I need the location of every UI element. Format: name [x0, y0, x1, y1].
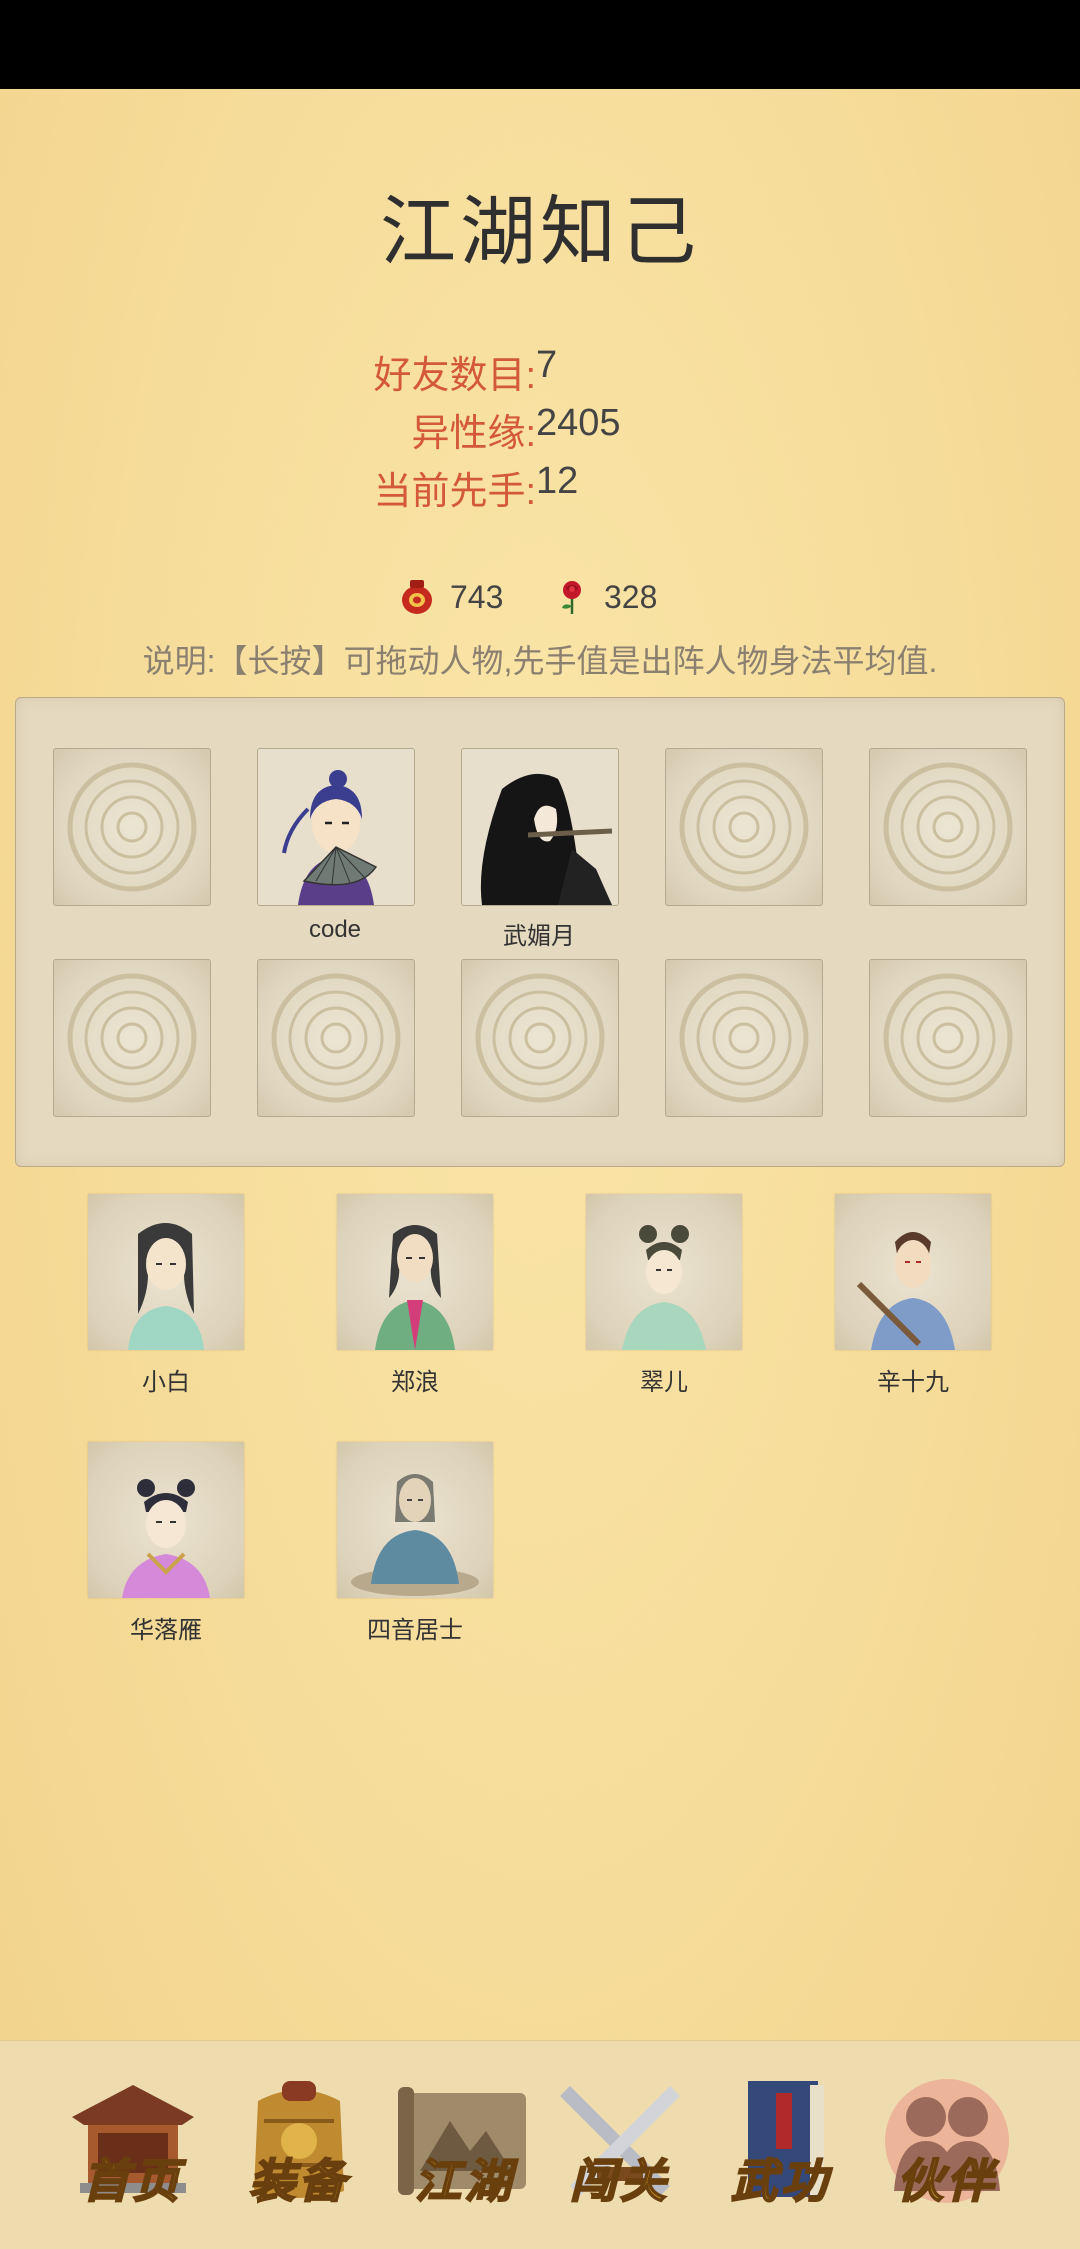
- flute-woman-portrait: [462, 749, 618, 905]
- zhenglang-portrait: [375, 1225, 455, 1350]
- nav-equipment[interactable]: 装备: [224, 2071, 374, 2211]
- page-title: 江湖知己: [380, 190, 700, 275]
- character-card-xinshijiu[interactable]: [835, 1194, 991, 1350]
- nav-companions[interactable]: 伙伴: [872, 2071, 1022, 2211]
- empty-slot-emblem-icon: [67, 762, 197, 892]
- character-card-cuier[interactable]: [586, 1194, 742, 1350]
- formation-panel: code 武媚月: [15, 697, 1065, 1167]
- character-card-xiaobai[interactable]: [88, 1194, 244, 1350]
- character-name: 华落雁: [130, 1617, 202, 1644]
- bottom-nav: 首页 装备 江湖 闯关 武功 伙伴: [0, 2040, 1080, 2249]
- formation-name: 武媚月: [503, 923, 575, 950]
- initiative-value: 12: [536, 460, 579, 502]
- formation-slot-empty[interactable]: [869, 748, 1027, 906]
- formation-slot-empty[interactable]: [461, 959, 619, 1117]
- charm-value: 2405: [536, 402, 621, 444]
- xiaobai-portrait: [128, 1223, 204, 1350]
- jar-currency: 743: [400, 578, 503, 616]
- character-card-hualuoyan[interactable]: [88, 1442, 244, 1598]
- nav-challenge-label: 闯关: [569, 2153, 670, 2209]
- xinshijiu-portrait: [856, 1232, 955, 1350]
- formation-slot-empty[interactable]: [53, 748, 211, 906]
- friend-count-row: 好友数目: 7: [160, 344, 557, 404]
- siyinjushi-portrait: [351, 1474, 479, 1596]
- character-card-siyinjushi[interactable]: [337, 1442, 493, 1598]
- character-name: 小白: [142, 1369, 190, 1396]
- nav-jianghu-label: 江湖: [414, 2153, 515, 2209]
- fan-swordsman-portrait: [258, 749, 414, 905]
- jar-count: 743: [450, 578, 504, 615]
- formation-slot-empty[interactable]: [869, 959, 1027, 1117]
- formation-slot-empty[interactable]: [53, 959, 211, 1117]
- red-jar-icon: [402, 580, 432, 614]
- nav-companions-label: 伙伴: [896, 2153, 997, 2209]
- initiative-row: 当前先手: 12: [160, 460, 578, 520]
- instruction-text: 说明:【长按】可拖动人物,先手值是出阵人物身法平均值.: [142, 643, 938, 679]
- initiative-label: 当前先手:: [373, 471, 536, 513]
- character-name: 翠儿: [640, 1369, 688, 1396]
- formation-slot-empty[interactable]: [665, 959, 823, 1117]
- charm-row: 异性缘: 2405: [160, 402, 621, 462]
- formation-slot-code[interactable]: [257, 748, 415, 906]
- formation-slot-wumeiyue[interactable]: [461, 748, 619, 906]
- empty-slot-emblem-icon: [679, 973, 809, 1103]
- formation-slot-empty[interactable]: [257, 959, 415, 1117]
- character-name: 辛十九: [877, 1369, 949, 1396]
- formation-slot-empty[interactable]: [665, 748, 823, 906]
- hualuoyan-portrait: [122, 1479, 210, 1598]
- empty-slot-emblem-icon: [883, 973, 1013, 1103]
- character-name: 郑浪: [391, 1369, 439, 1396]
- formation-name: code: [308, 916, 362, 943]
- cuier-portrait: [622, 1225, 706, 1350]
- nav-equipment-label: 装备: [248, 2153, 349, 2209]
- charm-label: 异性缘:: [411, 413, 536, 455]
- empty-slot-emblem-icon: [271, 973, 401, 1103]
- status-bar: [0, 0, 1080, 89]
- rose-currency: 328: [556, 578, 657, 616]
- empty-slot-emblem-icon: [679, 762, 809, 892]
- friend-count-label: 好友数目:: [373, 355, 536, 397]
- currency-row: 743 328: [0, 578, 1080, 622]
- rose-count: 328: [604, 578, 658, 615]
- nav-martial-arts-label: 武功: [730, 2153, 831, 2209]
- rose-icon: [562, 581, 581, 614]
- empty-slot-emblem-icon: [475, 973, 605, 1103]
- nav-home[interactable]: 首页: [58, 2071, 208, 2211]
- friend-count-value: 7: [536, 344, 558, 386]
- empty-slot-emblem-icon: [883, 762, 1013, 892]
- nav-challenge[interactable]: 闯关: [545, 2071, 695, 2211]
- character-card-zhenglang[interactable]: [337, 1194, 493, 1350]
- nav-jianghu[interactable]: 江湖: [390, 2071, 540, 2211]
- empty-slot-emblem-icon: [67, 973, 197, 1103]
- nav-martial-arts[interactable]: 武功: [706, 2071, 856, 2211]
- character-name: 四音居士: [367, 1617, 463, 1644]
- nav-home-label: 首页: [82, 2153, 183, 2209]
